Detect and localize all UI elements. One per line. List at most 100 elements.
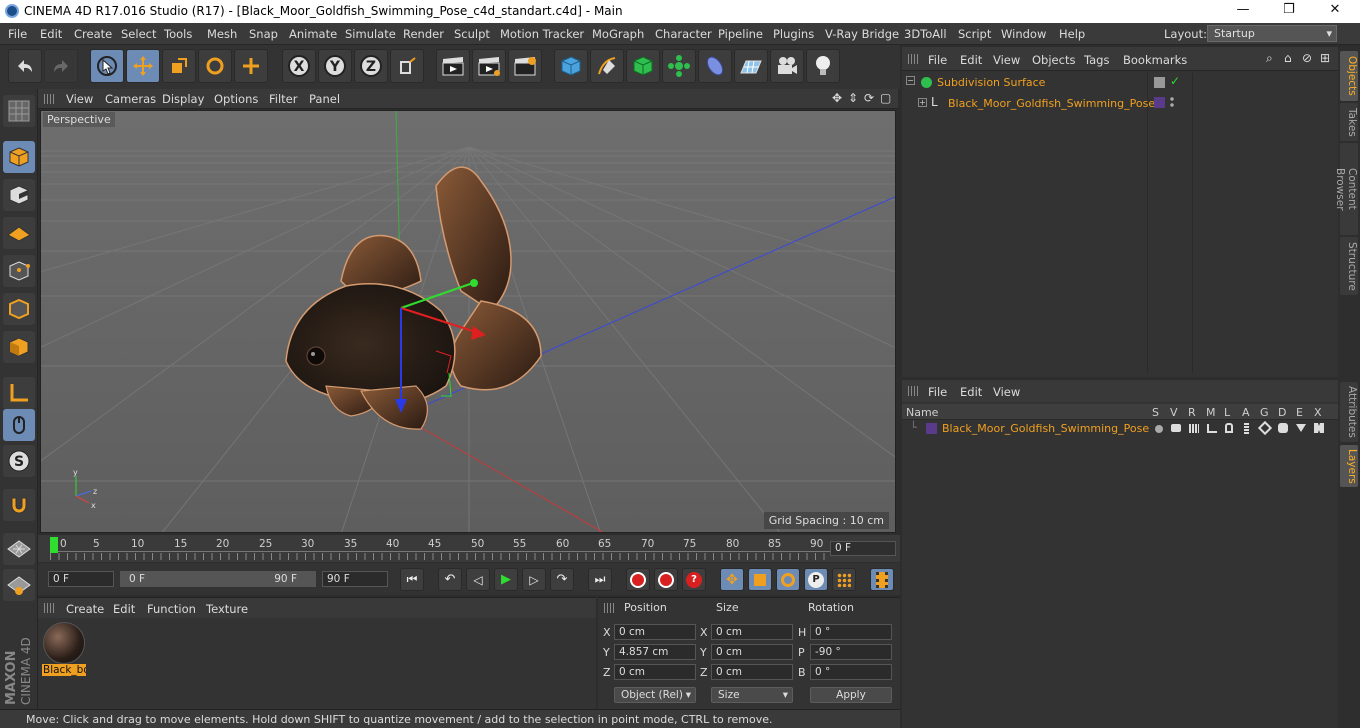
menu-plugins[interactable]: Plugins bbox=[773, 27, 814, 41]
viewport-nav-rotate-icon[interactable]: ⟳ bbox=[864, 91, 874, 105]
cloner-button[interactable] bbox=[662, 49, 696, 83]
render-view-button[interactable] bbox=[436, 49, 470, 83]
manager-icon[interactable] bbox=[1207, 424, 1217, 433]
timeline-window-button[interactable] bbox=[870, 568, 894, 591]
record-keys-button[interactable] bbox=[626, 568, 650, 591]
planar-workplane-button[interactable] bbox=[3, 569, 35, 601]
viewport-camera-label[interactable]: Perspective bbox=[43, 112, 115, 127]
layers-menu-edit[interactable]: Edit bbox=[960, 385, 982, 399]
key-scale-button[interactable] bbox=[748, 568, 772, 591]
menu-window[interactable]: Window bbox=[1001, 27, 1046, 41]
layer-color-swatch[interactable] bbox=[1154, 97, 1165, 108]
viewport-nav-zoom-icon[interactable]: ⇕ bbox=[848, 91, 858, 105]
tab-content-browser[interactable]: Content Browser bbox=[1334, 143, 1358, 235]
menu-snap[interactable]: Snap bbox=[249, 27, 278, 41]
menu-pipeline[interactable]: Pipeline bbox=[718, 27, 763, 41]
material-menu-texture[interactable]: Texture bbox=[206, 602, 248, 616]
menu-animate[interactable]: Animate bbox=[289, 27, 337, 41]
position-x-field[interactable]: 0 cm bbox=[614, 624, 696, 640]
viewport-menu-panel[interactable]: Panel bbox=[309, 92, 340, 106]
visibility-dots-icon[interactable] bbox=[1170, 96, 1174, 108]
layout-select[interactable]: Startup ▾ bbox=[1207, 25, 1337, 42]
light-button[interactable] bbox=[806, 49, 840, 83]
generator-icon[interactable] bbox=[1257, 420, 1273, 436]
key-rotation-button[interactable] bbox=[776, 568, 800, 591]
redo-button[interactable] bbox=[44, 49, 78, 83]
expand-icon[interactable]: + bbox=[918, 98, 927, 107]
render-picture-viewer-button[interactable] bbox=[472, 49, 506, 83]
floor-button[interactable] bbox=[734, 49, 768, 83]
layers-menu-file[interactable]: File bbox=[928, 385, 947, 399]
rotation-h-field[interactable]: 0 ° bbox=[810, 624, 892, 640]
autokey-button[interactable] bbox=[654, 568, 678, 591]
start-frame-field[interactable]: 0 F bbox=[48, 571, 114, 587]
y-axis-button[interactable]: Y bbox=[318, 49, 352, 83]
frame-range-slider[interactable]: 0 F 90 F bbox=[120, 571, 316, 587]
tab-objects[interactable]: Objects bbox=[1340, 51, 1358, 101]
layers-menu-view[interactable]: View bbox=[993, 385, 1020, 399]
menu-mesh[interactable]: Mesh bbox=[207, 27, 237, 41]
menu-help[interactable]: Help bbox=[1059, 27, 1085, 41]
size-z-field[interactable]: 0 cm bbox=[711, 664, 793, 680]
menu-script[interactable]: Script bbox=[958, 27, 991, 41]
eye-icon[interactable] bbox=[1171, 424, 1181, 432]
go-to-end-button[interactable]: ⏭ bbox=[588, 568, 612, 591]
viewport-menu-filter[interactable]: Filter bbox=[269, 92, 297, 106]
play-button[interactable]: ▶ bbox=[494, 568, 518, 591]
deformer-icon[interactable] bbox=[1278, 423, 1288, 433]
viewport-menu-options[interactable]: Options bbox=[214, 92, 258, 106]
objects-menu-tags[interactable]: Tags bbox=[1084, 53, 1109, 67]
enabled-check-icon[interactable]: ✓ bbox=[1170, 74, 1180, 88]
deformer-button[interactable] bbox=[698, 49, 732, 83]
material-swatch[interactable]: Black_bo bbox=[42, 622, 86, 678]
menu-mograph[interactable]: MoGraph bbox=[592, 27, 644, 41]
menu-select[interactable]: Select bbox=[121, 27, 156, 41]
viewport-nav-move-icon[interactable]: ✥ bbox=[832, 91, 842, 105]
object-row[interactable]: + L Black_Moor_Goldfish_Swimming_Pose bbox=[902, 94, 1338, 112]
camera-button[interactable] bbox=[770, 49, 804, 83]
next-frame-button[interactable]: ▷ bbox=[522, 568, 546, 591]
previous-key-button[interactable]: ↶ bbox=[438, 568, 462, 591]
search-icon[interactable]: ⌕ bbox=[1266, 51, 1273, 66]
move-tool-button[interactable] bbox=[126, 49, 160, 83]
menu-3dtoall[interactable]: 3DToAll bbox=[904, 27, 947, 41]
objects-menu-edit[interactable]: Edit bbox=[960, 53, 982, 67]
home-icon[interactable]: ⌂ bbox=[1284, 51, 1292, 65]
viewport-menu-cameras[interactable]: Cameras bbox=[105, 92, 156, 106]
menu-edit[interactable]: Edit bbox=[40, 27, 62, 41]
keyframe-selection-button[interactable]: ? bbox=[682, 568, 706, 591]
viewport-menu-display[interactable]: Display bbox=[162, 92, 204, 106]
render-settings-button[interactable] bbox=[508, 49, 542, 83]
lock-icon[interactable] bbox=[1225, 423, 1233, 433]
size-mode-dropdown[interactable]: Size ▾ bbox=[711, 687, 793, 703]
menu-tools[interactable]: Tools bbox=[164, 27, 192, 41]
size-y-field[interactable]: 0 cm bbox=[711, 644, 793, 660]
object-row[interactable]: − Subdivision Surface ✓ bbox=[902, 74, 1338, 92]
menu-render[interactable]: Render bbox=[403, 27, 444, 41]
scale-tool-button[interactable] bbox=[162, 49, 196, 83]
material-menu-function[interactable]: Function bbox=[147, 602, 196, 616]
end-frame-field[interactable]: 90 F bbox=[322, 571, 388, 587]
timeline-ruler[interactable]: 0 5 10 15 20 25 30 35 40 45 50 55 60 65 … bbox=[38, 535, 900, 562]
close-button[interactable]: ✕ bbox=[1312, 2, 1358, 20]
objects-menu-file[interactable]: File bbox=[928, 53, 947, 67]
axis-mode-button[interactable] bbox=[3, 377, 35, 409]
go-to-start-button[interactable]: ⏮ bbox=[400, 568, 424, 591]
make-editable-button[interactable] bbox=[3, 95, 35, 127]
menu-file[interactable]: File bbox=[8, 27, 27, 41]
filter-icon[interactable]: ⊘ bbox=[1302, 51, 1312, 65]
snap-button[interactable]: S bbox=[3, 445, 35, 477]
xref-icon[interactable] bbox=[1314, 423, 1324, 433]
rotation-p-field[interactable]: -90 ° bbox=[810, 644, 892, 660]
objects-menu-objects[interactable]: Objects bbox=[1032, 53, 1075, 67]
coordinate-mode-dropdown[interactable]: Object (Rel) ▾ bbox=[614, 687, 696, 703]
new-view-icon[interactable]: ⊞ bbox=[1320, 51, 1330, 65]
polygons-mode-button[interactable] bbox=[3, 331, 35, 363]
next-key-button[interactable]: ↷ bbox=[550, 568, 574, 591]
objects-menu-bookmarks[interactable]: Bookmarks bbox=[1123, 53, 1187, 67]
menu-create[interactable]: Create bbox=[74, 27, 112, 41]
visibility-toggle-icon[interactable] bbox=[1154, 77, 1165, 88]
key-parameter-button[interactable]: P bbox=[804, 568, 828, 591]
coordinate-system-button[interactable] bbox=[390, 49, 424, 83]
z-axis-button[interactable]: Z bbox=[354, 49, 388, 83]
